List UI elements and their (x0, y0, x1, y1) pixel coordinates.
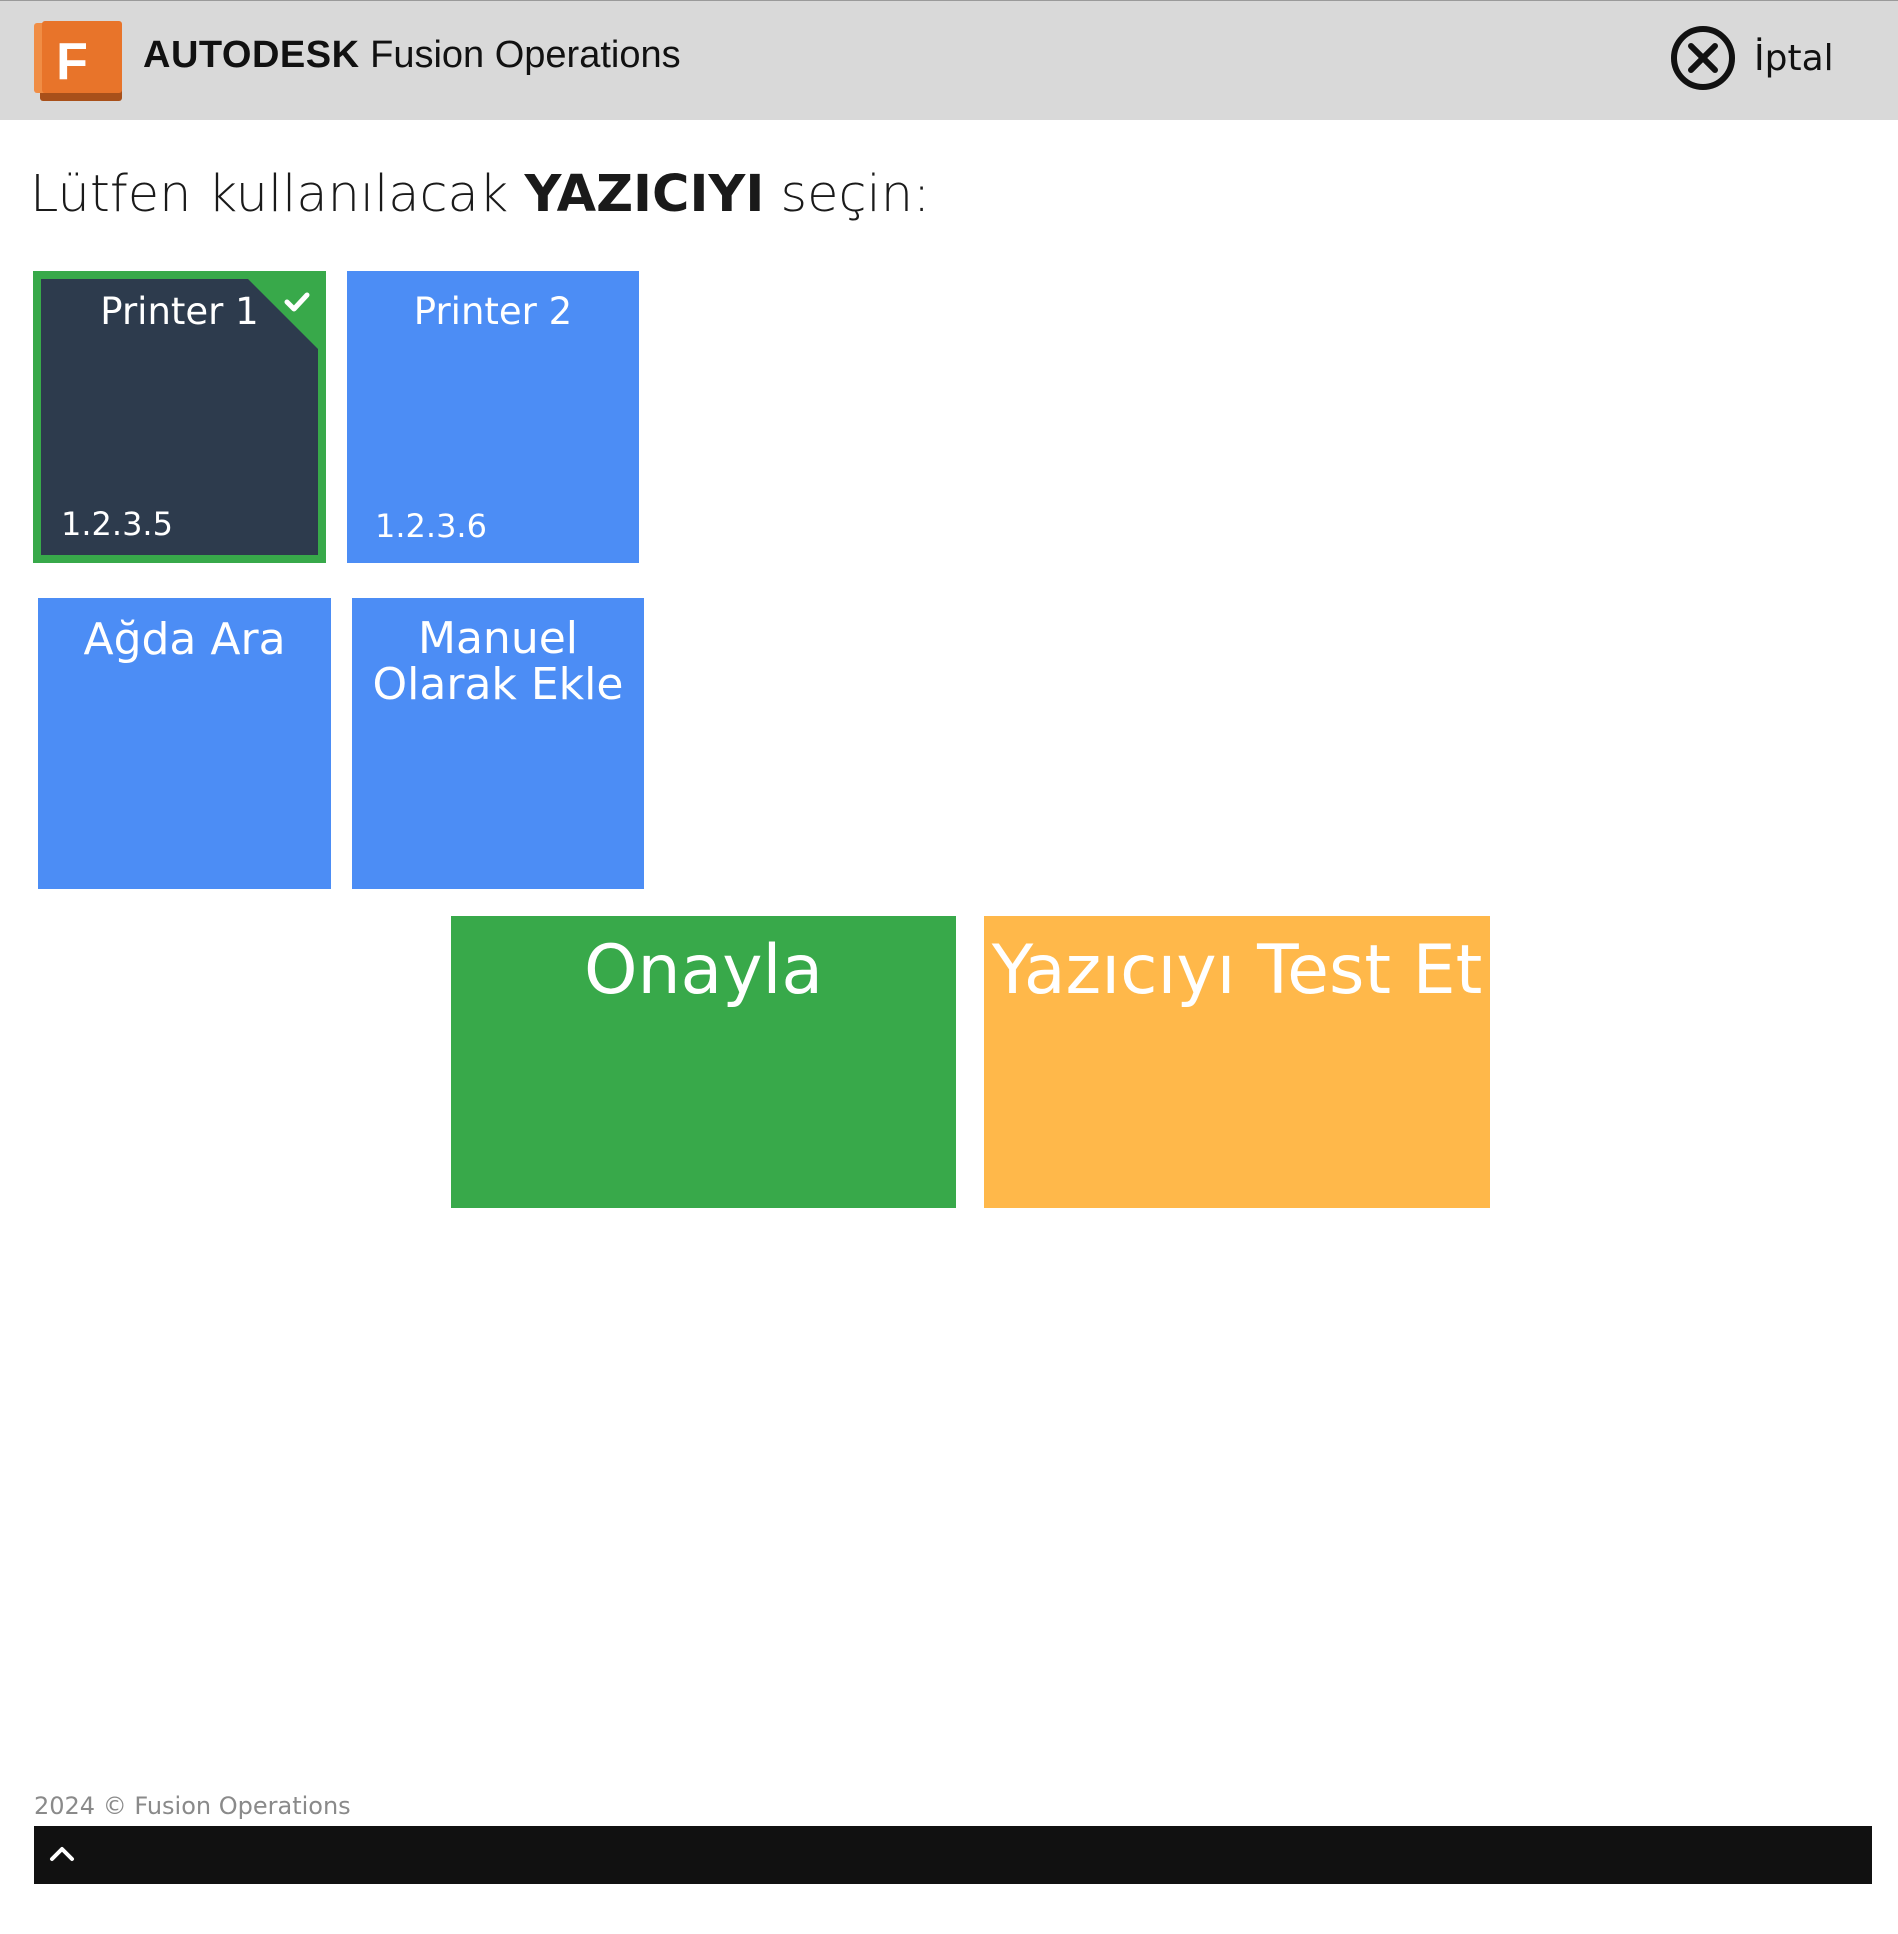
printer-name: Printer 2 (413, 290, 573, 333)
printer-tile-2[interactable]: Printer 2 1.2.3.6 (347, 271, 639, 563)
manual-add-label: Manuel Olarak Ekle (352, 616, 644, 708)
prompt-suffix: seçin: (764, 165, 931, 224)
manual-add-line1: Manuel (418, 613, 578, 664)
cancel-label: İptal (1754, 37, 1834, 79)
printer-address: 1.2.3.5 (61, 505, 173, 543)
chevron-up-icon[interactable] (48, 1842, 76, 1866)
test-printer-label: Yazıcıyı Test Et (991, 931, 1483, 1010)
fusion-logo-icon: F (34, 21, 122, 101)
printer-address: 1.2.3.6 (375, 507, 487, 545)
confirm-label: Onayla (583, 931, 824, 1010)
brand-name: AUTODESK Fusion Operations (143, 32, 681, 78)
page-title: Lütfen kullanılacak YAZICIYI seçin: (30, 160, 930, 230)
search-network-button[interactable]: Ağda Ara (38, 598, 331, 889)
test-printer-button[interactable]: Yazıcıyı Test Et (984, 916, 1490, 1208)
prompt-prefix: Lütfen kullanılacak (30, 165, 525, 224)
logo-letter: F (56, 33, 88, 91)
brand-product: Fusion Operations (359, 34, 681, 76)
copyright-text: 2024 © Fusion Operations (34, 1792, 351, 1820)
printer-name: Printer 1 (100, 290, 259, 333)
manual-add-line2: Olarak Ekle (372, 659, 624, 710)
manual-add-button[interactable]: Manuel Olarak Ekle (352, 598, 644, 889)
brand-bold: AUTODESK (143, 34, 360, 76)
app-header: F AUTODESK Fusion Operations İptal (0, 0, 1898, 120)
bottom-bar (34, 1826, 1872, 1884)
cancel-button[interactable]: İptal (1670, 25, 1834, 91)
printer-tile-1[interactable]: Printer 1 1.2.3.5 (33, 271, 326, 563)
prompt-emphasis: YAZICIYI (524, 165, 765, 224)
close-circle-icon (1671, 26, 1735, 90)
confirm-button[interactable]: Onayla (451, 916, 956, 1208)
search-network-label: Ağda Ara (83, 614, 286, 665)
